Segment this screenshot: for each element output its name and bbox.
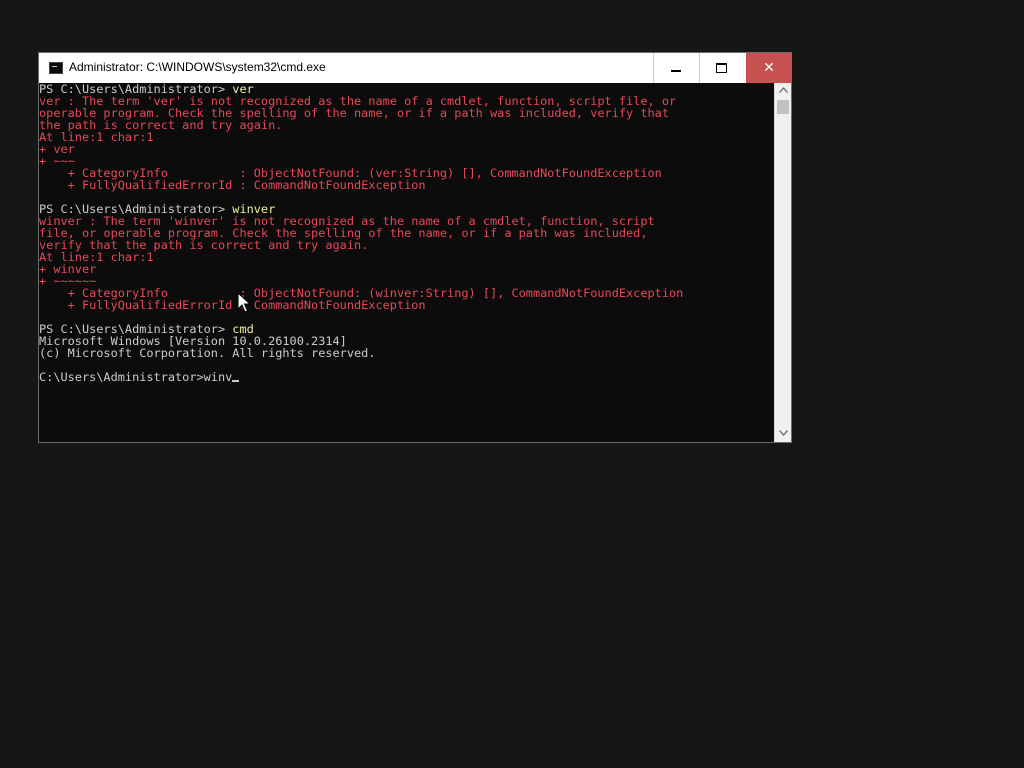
maximize-button[interactable] xyxy=(699,53,743,83)
vertical-scrollbar[interactable] xyxy=(774,83,791,442)
title-bar[interactable]: Administrator: C:\WINDOWS\system32\cmd.e… xyxy=(39,53,792,83)
minimize-button[interactable] xyxy=(653,53,697,83)
desktop: Administrator: C:\WINDOWS\system32\cmd.e… xyxy=(0,0,1024,768)
text-cursor xyxy=(232,380,240,382)
scroll-thumb[interactable] xyxy=(777,100,789,114)
error-line: At line:1 char:1 xyxy=(39,250,154,264)
minimize-icon xyxy=(670,70,681,72)
mouse-pointer-icon xyxy=(237,292,251,313)
close-button[interactable]: ✕ xyxy=(746,53,792,83)
error-line: + ver xyxy=(39,142,75,156)
input-line[interactable]: C:\Users\Administrator>winv xyxy=(39,371,774,383)
console-icon xyxy=(49,62,63,74)
scroll-up-button[interactable] xyxy=(775,83,791,99)
error-line: + winver xyxy=(39,262,97,276)
arrow-up-icon xyxy=(778,87,788,93)
error-line: + FullyQualifiedErrorId : CommandNotFoun… xyxy=(39,298,426,312)
output-line: (c) Microsoft Corporation. All rights re… xyxy=(39,346,376,360)
maximize-icon xyxy=(716,63,727,73)
close-icon: ✕ xyxy=(763,60,775,76)
current-input[interactable]: C:\Users\Administrator>winv xyxy=(39,370,232,384)
error-line: + FullyQualifiedErrorId : CommandNotFoun… xyxy=(39,178,426,192)
error-line: At line:1 char:1 xyxy=(39,130,154,144)
window-title: Administrator: C:\WINDOWS\system32\cmd.e… xyxy=(69,60,326,74)
console-output[interactable]: PS C:\Users\Administrator> ver ver : The … xyxy=(39,83,774,442)
arrow-down-icon xyxy=(778,430,788,436)
cmd-window: Administrator: C:\WINDOWS\system32\cmd.e… xyxy=(38,52,792,443)
scroll-down-button[interactable] xyxy=(775,426,791,442)
